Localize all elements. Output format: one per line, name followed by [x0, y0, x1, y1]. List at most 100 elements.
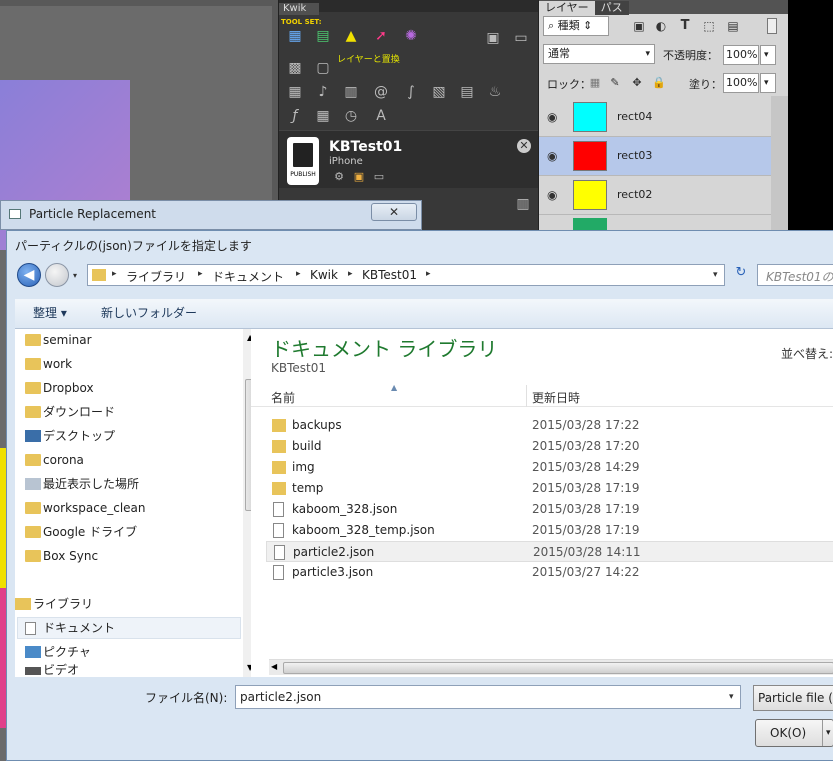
blend-mode-select[interactable]: 通常 ▾: [543, 44, 655, 64]
eye-icon[interactable]: ◉: [547, 188, 557, 202]
lock-transparent-icon[interactable]: ▦: [585, 73, 605, 93]
layers-grid-icon[interactable]: ▤: [313, 26, 333, 46]
cursor-icon[interactable]: ➚: [371, 26, 391, 46]
breadcrumb-item[interactable]: KBTest01: [362, 268, 417, 282]
nav-item-videos[interactable]: ビデオ: [43, 663, 79, 677]
folder-icon[interactable]: ▭: [511, 28, 531, 48]
nav-item-dropbox[interactable]: Dropbox: [43, 377, 94, 399]
nav-item-corona[interactable]: corona: [43, 449, 84, 471]
keyboard-icon[interactable]: ▦: [313, 106, 333, 126]
nav-item-workspace[interactable]: workspace_clean: [43, 497, 146, 519]
new-folder-button[interactable]: 新しいフォルダー: [101, 304, 197, 321]
breadcrumb-separator[interactable]: ▸: [426, 269, 431, 279]
breadcrumb-item[interactable]: ライブラリ: [126, 268, 186, 285]
breadcrumb-separator[interactable]: ▸: [112, 269, 117, 279]
lock-brush-icon[interactable]: ✎: [605, 73, 625, 93]
breadcrumb-item[interactable]: ドキュメント: [212, 268, 284, 285]
kwik-tab[interactable]: Kwik: [279, 0, 539, 15]
audio-icon[interactable]: ♪: [313, 82, 333, 102]
atom-icon[interactable]: ✺: [401, 26, 421, 46]
ok-dropdown-icon[interactable]: ▾: [826, 720, 831, 746]
breadcrumb-separator[interactable]: ▸: [348, 269, 353, 279]
fill-dropdown[interactable]: ▾: [760, 73, 776, 93]
eye-icon[interactable]: ◉: [547, 110, 557, 124]
recent-dropdown-icon[interactable]: ▾: [73, 271, 77, 280]
ok-button[interactable]: OK(O) ▾: [755, 719, 833, 747]
font-icon[interactable]: A: [371, 106, 391, 126]
speech-icon[interactable]: ▢: [313, 58, 333, 78]
file-row[interactable]: temp 2015/03/28 17:19: [266, 478, 833, 499]
archive-icon[interactable]: ▣: [349, 167, 369, 187]
column-divider[interactable]: [526, 385, 527, 407]
nav-item-downloads[interactable]: ダウンロード: [43, 401, 115, 423]
grid-icon[interactable]: ▦: [285, 82, 305, 102]
file-row[interactable]: particle2.json 2015/03/28 14:11: [266, 541, 833, 562]
file-row[interactable]: backups 2015/03/28 17:22: [266, 415, 833, 436]
pages-icon[interactable]: ▦: [285, 26, 305, 46]
tab-layers[interactable]: レイヤー: [539, 1, 595, 15]
lock-move-icon[interactable]: ✥: [627, 73, 647, 93]
file-row[interactable]: kaboom_328_temp.json 2015/03/28 17:19: [266, 520, 833, 541]
breadcrumb-separator[interactable]: ▸: [296, 269, 301, 279]
search-input[interactable]: KBTest01の検: [757, 264, 833, 286]
web-icon[interactable]: @: [371, 82, 391, 102]
fill-input[interactable]: 100%: [723, 73, 759, 93]
image-icon[interactable]: ▩: [285, 58, 305, 78]
tab-paths[interactable]: パス: [594, 1, 629, 15]
organize-button[interactable]: 整理 ▾: [33, 304, 67, 321]
file-row[interactable]: particle3.json 2015/03/27 14:22: [266, 562, 833, 583]
shape-filter-icon[interactable]: ⬚: [699, 16, 719, 36]
filename-dropdown-icon[interactable]: ▾: [729, 692, 734, 702]
rocket-icon[interactable]: ▲: [341, 26, 361, 46]
layer-row[interactable]: ◉ rect04: [539, 98, 771, 137]
file-row[interactable]: kaboom_328.json 2015/03/28 17:19: [266, 499, 833, 520]
layer-filter-select[interactable]: ⌕ 種類 ⇕: [543, 16, 609, 36]
layer-row[interactable]: ◉ rect02: [539, 176, 771, 215]
signal-icon[interactable]: ▧: [429, 82, 449, 102]
horizontal-scrollbar[interactable]: ◀: [269, 659, 833, 675]
nav-item-box-sync[interactable]: Box Sync: [43, 545, 98, 567]
file-row[interactable]: build 2015/03/28 17:20: [266, 436, 833, 457]
column-date[interactable]: 更新日時: [532, 389, 580, 406]
nav-item-seminar[interactable]: seminar: [43, 329, 92, 351]
fire-icon[interactable]: ♨: [485, 82, 505, 102]
scroll-thumb[interactable]: [283, 662, 833, 674]
address-bar[interactable]: ▸ ライブラリ ▸ ドキュメント ▸ Kwik ▸ KBTest01 ▸ ▾: [87, 264, 725, 286]
nav-library-header[interactable]: ライブラリ: [33, 593, 93, 615]
refresh-icon[interactable]: ↻: [730, 265, 752, 285]
type-filter-icon[interactable]: T: [675, 16, 695, 36]
file-type-select[interactable]: Particle file (: [753, 685, 833, 711]
opacity-dropdown[interactable]: ▾: [760, 45, 776, 65]
breadcrumb-separator[interactable]: ▸: [198, 269, 203, 279]
tools-icon[interactable]: ⚙: [329, 167, 349, 187]
nav-item-documents[interactable]: ドキュメント: [43, 617, 115, 639]
calculator-icon[interactable]: ▤: [457, 82, 477, 102]
nav-item-desktop[interactable]: デスクトップ: [43, 425, 115, 447]
trash-icon[interactable]: ▥: [513, 194, 533, 214]
file-row[interactable]: img 2015/03/28 14:29: [266, 457, 833, 478]
nav-item-pictures[interactable]: ピクチャ: [43, 641, 91, 663]
scroll-left-icon[interactable]: ◀: [271, 662, 277, 671]
lock-all-icon[interactable]: 🔒: [649, 73, 669, 93]
layers-scrollbar[interactable]: [771, 96, 789, 235]
function-icon[interactable]: ƒ: [285, 106, 305, 126]
timer-icon[interactable]: ◷: [341, 106, 361, 126]
nav-item-work[interactable]: work: [43, 353, 72, 375]
nav-item-recent[interactable]: 最近表示した場所: [43, 473, 139, 495]
sort-by-label[interactable]: 並べ替え:: [781, 345, 833, 362]
copy-icon[interactable]: ▭: [369, 167, 389, 187]
adjust-filter-icon[interactable]: ◐: [651, 16, 671, 36]
forward-button[interactable]: [45, 263, 69, 287]
opacity-input[interactable]: 100%: [723, 45, 759, 65]
film-icon[interactable]: ▥: [341, 82, 361, 102]
filter-toggle[interactable]: [767, 18, 777, 34]
close-project-icon[interactable]: ✕: [517, 139, 531, 153]
layer-row[interactable]: ◉ rect03: [539, 137, 771, 176]
filename-input[interactable]: particle2.json: [235, 685, 741, 709]
phone-publish-icon[interactable]: PUBLISH: [287, 137, 319, 185]
breadcrumb-item[interactable]: Kwik: [310, 268, 338, 282]
nav-item-google-drive[interactable]: Google ドライブ: [43, 521, 137, 543]
add-folder-icon[interactable]: ▣: [483, 28, 503, 48]
path-icon[interactable]: ∫: [401, 82, 421, 102]
back-button[interactable]: ◀: [17, 263, 41, 287]
